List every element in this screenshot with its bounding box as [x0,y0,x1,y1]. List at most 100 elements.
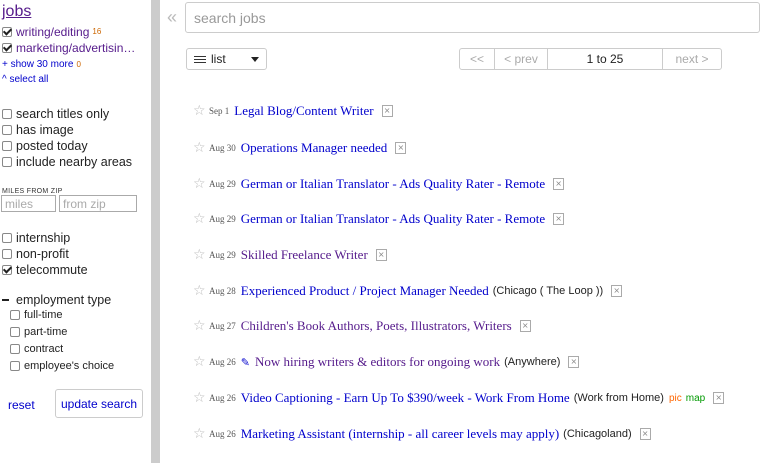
category-checkbox-row[interactable]: marketing/advertisin… [2,40,135,56]
hide-posting-icon[interactable]: × [713,392,725,404]
result-title-link[interactable]: Operations Manager needed [241,140,388,156]
hide-posting-icon[interactable]: × [553,213,565,225]
checkbox[interactable] [2,233,12,243]
result-title-link[interactable]: Experienced Product / Project Manager Ne… [241,283,489,299]
star-icon[interactable]: ☆ [193,176,207,192]
result-title-link[interactable]: German or Italian Translator - Ads Quali… [241,176,545,192]
result-title-link[interactable]: German or Italian Translator - Ads Quali… [241,211,545,227]
option-posted-today[interactable]: posted today [2,138,88,154]
hide-posting-icon[interactable]: × [375,249,387,261]
checkbox[interactable] [2,249,12,259]
option-has-image[interactable]: has image [2,122,74,138]
posting-date: Sep 1 [209,106,230,116]
prev-page-button[interactable]: < prev [495,49,548,69]
employment-employees-choice[interactable]: employee's choice [10,358,114,374]
show-more-row[interactable]: + show 30 more 0 [2,57,81,73]
result-row: ☆ Aug 29 German or Italian Translator - Ad… [193,211,565,227]
checkbox[interactable] [2,141,12,151]
next-page-button[interactable]: next > [663,49,721,69]
option-label: full-time [24,309,63,321]
show-more-count: 0 [76,60,81,69]
star-icon[interactable]: ☆ [193,283,207,299]
checkbox[interactable] [2,157,12,167]
page-range: 1 to 25 [548,49,663,69]
checkbox[interactable] [10,344,20,354]
posting-date: Aug 29 [209,214,236,224]
employment-type-toggle[interactable]: employment type [2,292,111,308]
checkbox[interactable] [10,361,20,371]
view-mode-select[interactable]: list [186,48,267,70]
option-label: search titles only [16,107,110,121]
posting-date: Aug 29 [209,179,236,189]
update-search-button[interactable]: update search [55,389,143,418]
first-page-button[interactable]: << [460,49,495,69]
result-title-link[interactable]: Marketing Assistant (internship - all ca… [241,426,559,442]
star-icon[interactable]: ☆ [193,390,207,406]
hide-posting-icon[interactable]: × [611,285,623,297]
checkbox[interactable] [10,327,20,337]
result-row: ☆ Aug 26 Marketing Assistant (internship -… [193,426,651,442]
star-icon[interactable]: ☆ [193,140,207,156]
option-label: part-time [24,326,68,338]
result-title-link[interactable]: Video Captioning - Earn Up To $390/week … [241,390,570,406]
filter-sidebar: jobs writing/editing 16 marketing/advert… [0,0,150,463]
category-checkbox-row[interactable]: writing/editing 16 [2,24,101,40]
collapse-sidebar-icon[interactable]: « [167,7,177,27]
option-search-titles[interactable]: search titles only [2,106,109,122]
result-title-link[interactable]: Skilled Freelance Writer [241,247,368,263]
option-label: include nearby areas [16,155,133,169]
result-title-link[interactable]: Legal Blog/Content Writer [234,103,373,119]
option-label: contract [24,343,64,355]
result-title-link[interactable]: Now hiring writers & editors for ongoing… [255,354,500,370]
star-icon[interactable]: ☆ [193,354,207,370]
posting-date: Aug 30 [209,143,236,153]
pagination: << < prev 1 to 25 next > [459,48,722,70]
result-row: ☆ Aug 30 Operations Manager needed × [193,140,407,156]
option-non-profit[interactable]: non-profit [2,246,69,262]
zip-input[interactable] [59,195,137,212]
map-link[interactable]: map [686,393,705,404]
star-icon[interactable]: ☆ [193,247,207,263]
star-icon[interactable]: ☆ [193,318,207,334]
result-row: ☆ Sep 1 Legal Blog/Content Writer × [193,103,393,119]
hide-posting-icon[interactable]: × [519,320,531,332]
hide-posting-icon[interactable]: × [639,428,651,440]
select-all-row[interactable]: ^ select all [2,72,48,88]
category-title-link[interactable]: jobs [2,3,31,21]
option-include-nearby[interactable]: include nearby areas [2,154,132,170]
select-all-link[interactable]: ^ select all [2,72,48,88]
employment-contract[interactable]: contract [10,341,63,357]
checkbox[interactable] [2,125,12,135]
reset-link[interactable]: reset [8,397,35,413]
hide-posting-icon[interactable]: × [568,356,580,368]
result-row: ☆ Aug 29 German or Italian Translator - Ad… [193,176,565,192]
category-label[interactable]: marketing/advertisin… [16,40,135,56]
category-checkbox[interactable] [2,27,12,37]
show-more-link[interactable]: + show 30 more [2,57,73,73]
search-input[interactable] [185,2,760,33]
employment-part-time[interactable]: part-time [10,324,67,340]
category-checkbox[interactable] [2,43,12,53]
hide-posting-icon[interactable]: × [395,142,407,154]
option-label: employee's choice [24,360,115,372]
star-icon[interactable]: ☆ [193,103,207,119]
option-internship[interactable]: internship [2,230,70,246]
hide-posting-icon[interactable]: × [381,105,393,117]
result-row: ☆ Aug 26 ✎ Now hiring writers & editors for… [193,354,580,370]
category-label[interactable]: writing/editing [16,24,89,40]
result-title-link[interactable]: Children's Book Authors, Poets, Illustra… [241,318,512,334]
sidebar-divider[interactable] [151,0,160,463]
employment-full-time[interactable]: full-time [10,307,63,323]
posting-date: Aug 28 [209,286,236,296]
star-icon[interactable]: ☆ [193,426,207,442]
checkbox[interactable] [2,265,12,275]
employment-type-label: employment type [16,293,112,307]
result-location: (Chicago ( The Loop )) [492,285,604,297]
miles-input[interactable] [1,195,56,212]
hide-posting-icon[interactable]: × [553,178,565,190]
pic-tag: pic [668,392,682,404]
option-telecommute[interactable]: telecommute [2,262,88,278]
checkbox[interactable] [2,109,12,119]
star-icon[interactable]: ☆ [193,211,207,227]
checkbox[interactable] [10,310,20,320]
